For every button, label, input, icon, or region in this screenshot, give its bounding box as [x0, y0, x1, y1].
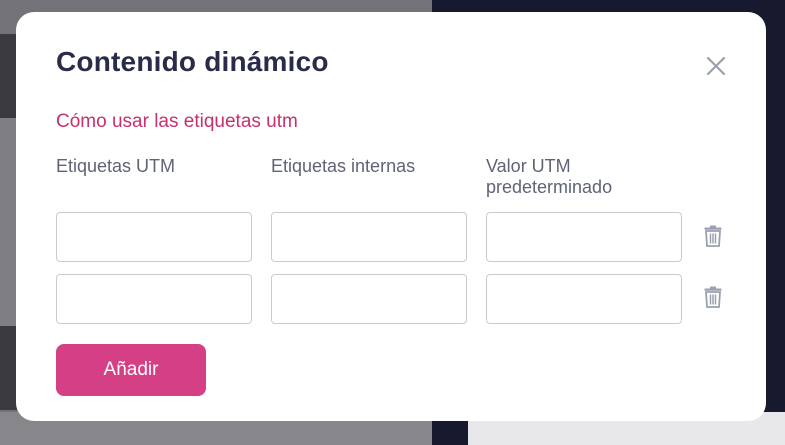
trash-icon — [704, 286, 722, 308]
internal-tag-input[interactable] — [271, 274, 467, 324]
delete-row-button[interactable] — [702, 224, 724, 248]
column-header-default-value: Valor UTM predeterminado — [486, 156, 613, 197]
default-utm-value-input[interactable] — [486, 212, 682, 262]
internal-tag-input[interactable] — [271, 212, 467, 262]
utm-tag-input[interactable] — [56, 212, 252, 262]
trash-icon — [704, 225, 722, 247]
dynamic-content-modal: Contenido dinámico Cómo usar las etiquet… — [16, 12, 766, 421]
delete-row-button[interactable] — [702, 285, 724, 309]
add-row-button[interactable]: Añadir — [56, 344, 206, 396]
close-button[interactable] — [704, 54, 728, 78]
column-header-internal-tags: Etiquetas internas — [271, 156, 416, 176]
default-utm-value-input[interactable] — [486, 274, 682, 324]
utm-help-link[interactable]: Cómo usar las etiquetas utm — [56, 111, 298, 133]
modal-title: Contenido dinámico — [56, 46, 329, 77]
column-header-utm-tags: Etiquetas UTM — [56, 156, 176, 176]
utm-tag-input[interactable] — [56, 274, 252, 324]
close-icon — [706, 56, 726, 76]
